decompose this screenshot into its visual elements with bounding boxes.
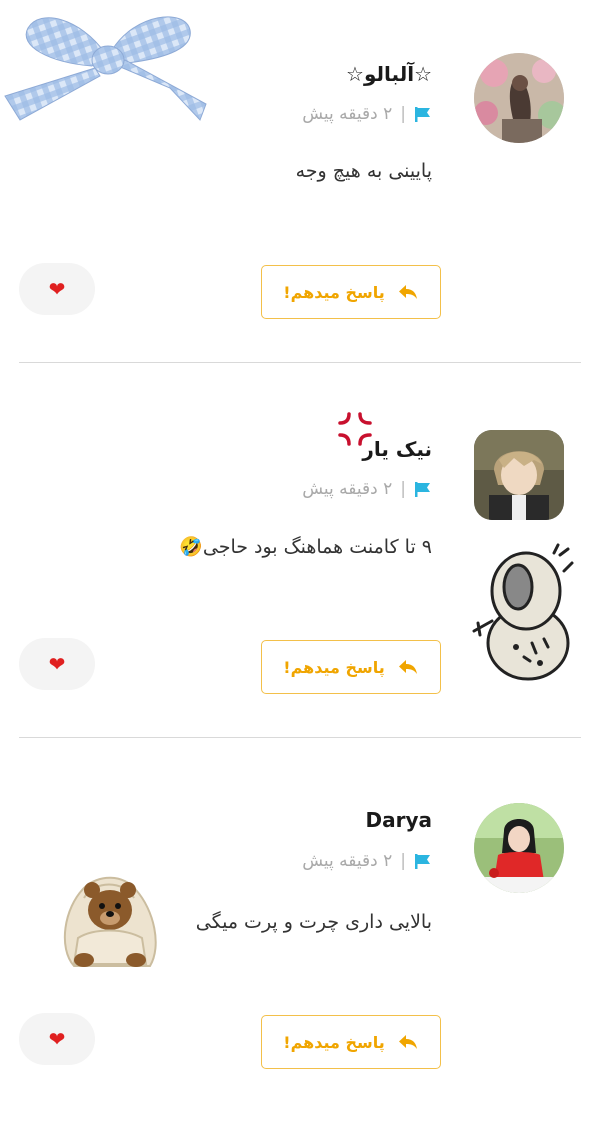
gingham-bow-sticker (4, 16, 207, 121)
reply-icon (398, 285, 417, 299)
flag-icon[interactable] (414, 480, 432, 498)
comment-text: ۹ تا کامنت هماهنگ بود حاجی🤣 (179, 536, 432, 558)
flag-icon[interactable] (414, 105, 432, 123)
heart-icon: ❤ (48, 652, 66, 676)
user-avatar[interactable] (474, 803, 564, 893)
reply-icon (398, 660, 417, 674)
username[interactable]: Darya (366, 808, 433, 832)
heart-icon: ❤ (48, 277, 66, 301)
divider (19, 737, 581, 738)
comment-item: Darya | ۲ دقیقه پیش بالایی داری چرت و پر… (0, 750, 600, 1125)
like-button[interactable]: ❤ (19, 638, 95, 690)
snowman-sticker (472, 543, 574, 681)
comment-meta: | ۲ دقیقه پیش (302, 851, 432, 871)
reply-label: پاسخ میدهم! (283, 657, 385, 677)
like-button[interactable]: ❤ (19, 1013, 95, 1065)
meta-separator: | (400, 851, 406, 871)
divider (19, 362, 581, 363)
heart-icon: ❤ (48, 1027, 66, 1051)
comment-text: پایینی به هیچ وجه (295, 160, 432, 182)
comment-meta: | ۲ دقیقه پیش (302, 479, 432, 499)
reply-icon (398, 1035, 417, 1049)
timestamp: ۲ دقیقه پیش (302, 104, 393, 124)
username[interactable]: ☆آلبالو☆ (346, 62, 432, 86)
comment-meta: | ۲ دقیقه پیش (302, 104, 432, 124)
flag-icon[interactable] (414, 852, 432, 870)
meta-separator: | (400, 479, 406, 499)
user-avatar[interactable] (474, 53, 564, 143)
user-avatar[interactable] (474, 430, 564, 520)
reply-button[interactable]: پاسخ میدهم! (261, 1015, 441, 1069)
comment-item: ☆آلبالو☆ | ۲ دقیقه پیش پایینی به هیچ وجه… (0, 0, 600, 375)
timestamp: ۲ دقیقه پیش (302, 479, 393, 499)
reply-label: پاسخ میدهم! (283, 282, 385, 302)
meta-separator: | (400, 104, 406, 124)
reply-button[interactable]: پاسخ میدهم! (261, 640, 441, 694)
reply-button[interactable]: پاسخ میدهم! (261, 265, 441, 319)
reply-label: پاسخ میدهم! (283, 1032, 385, 1052)
bear-blanket-sticker (63, 876, 157, 967)
like-button[interactable]: ❤ (19, 263, 95, 315)
comment-item: نیک یار | ۲ دقیقه پیش ۹ تا کامنت هماهنگ … (0, 375, 600, 750)
comment-text: بالایی داری چرت و پرت میگی (195, 911, 432, 933)
timestamp: ۲ دقیقه پیش (302, 851, 393, 871)
username[interactable]: نیک یار (362, 437, 432, 461)
